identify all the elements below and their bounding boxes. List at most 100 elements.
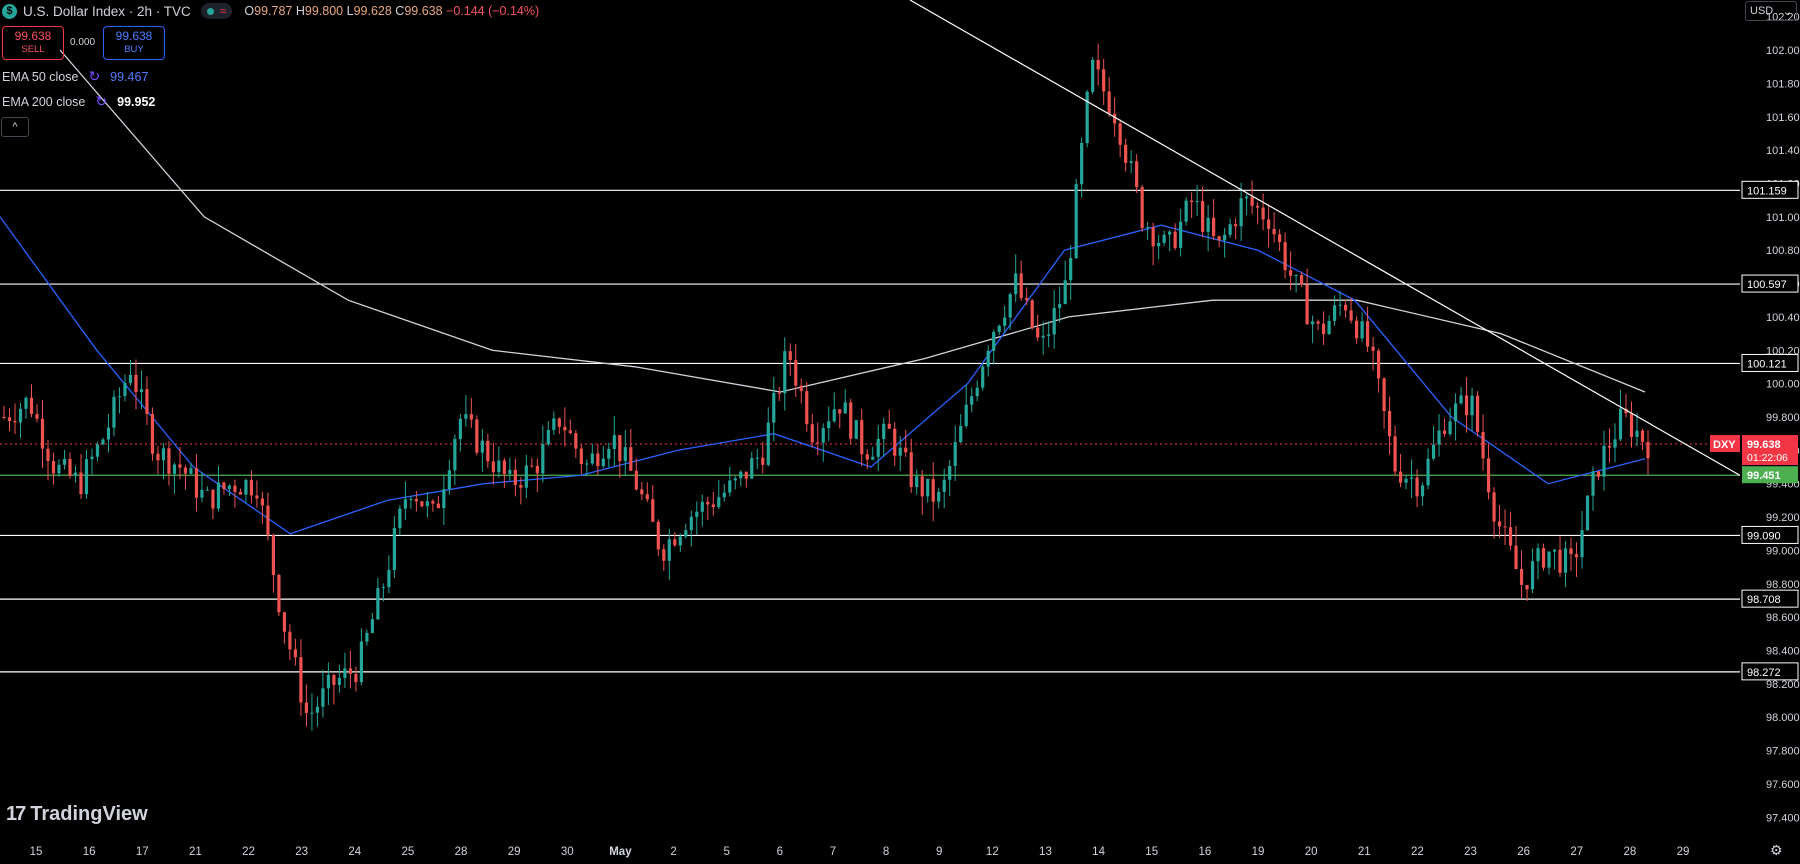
ema200-legend[interactable]: EMA 200 close ↻ 99.952 — [2, 93, 155, 110]
candle-body — [612, 435, 616, 449]
candle-body — [315, 706, 320, 713]
collapse-legend-button[interactable]: ^ — [1, 117, 29, 137]
candle-body — [1107, 91, 1111, 114]
high-value: 99.800 — [304, 4, 344, 18]
y-tick-label: 101.000 — [1766, 212, 1800, 224]
candle-body — [1069, 257, 1073, 281]
candle-body — [1635, 430, 1639, 437]
level-label: 101.159 — [1747, 185, 1787, 197]
candle-body — [959, 425, 963, 443]
candle-body — [662, 549, 666, 561]
candle-body — [843, 402, 847, 414]
candle-body — [1591, 471, 1595, 496]
candle-body — [1014, 273, 1018, 295]
candle-body — [255, 495, 259, 499]
ema50-legend[interactable]: EMA 50 close ↻ 99.467 — [2, 68, 148, 85]
sell-price: 99.638 — [14, 29, 52, 43]
y-tick-label: 99.000 — [1766, 545, 1800, 557]
candle-body — [1250, 196, 1254, 206]
candle-body — [689, 516, 693, 531]
candle-body — [299, 657, 303, 703]
y-tick-label: 100.000 — [1766, 379, 1800, 391]
x-tick-label: 7 — [830, 846, 836, 858]
candle-body — [733, 478, 737, 481]
candle-body — [568, 430, 572, 434]
x-tick-label: 28 — [455, 846, 468, 858]
candle-body — [288, 631, 292, 650]
candle-body — [821, 428, 825, 443]
candle-body — [926, 478, 930, 497]
candle-body — [827, 421, 831, 429]
candle-body — [222, 482, 226, 489]
candle-body — [607, 448, 611, 459]
candle-body — [1437, 430, 1441, 445]
y-tick-label: 101.600 — [1766, 112, 1800, 124]
candle-body — [860, 420, 864, 455]
y-tick-label: 99.800 — [1766, 412, 1800, 424]
candle-body — [244, 479, 248, 495]
candle-body — [1514, 545, 1518, 570]
candle-body — [1283, 242, 1287, 271]
candle-body — [1080, 142, 1084, 185]
candle-body — [629, 447, 633, 471]
x-tick-label: 21 — [189, 846, 202, 858]
gear-icon[interactable]: ⚙ — [1770, 842, 1783, 859]
candle-body — [310, 712, 314, 714]
symbol-title[interactable]: U.S. Dollar Index · 2h · TVC — [23, 4, 191, 19]
x-tick-label: 15 — [1145, 846, 1158, 858]
candle-body — [695, 511, 699, 517]
candle-body — [458, 418, 462, 440]
open-value: 99.787 — [254, 4, 293, 18]
y-tick-label: 101.800 — [1766, 78, 1800, 90]
candle-body — [574, 433, 578, 449]
x-tick-label: 19 — [1252, 846, 1265, 858]
tradingview-logo[interactable]: 17 TradingView — [6, 803, 148, 826]
candle-body — [711, 504, 715, 508]
candle-body — [29, 397, 34, 415]
candle-body — [1596, 471, 1601, 477]
candle-body — [1360, 321, 1364, 339]
candle-body — [332, 674, 336, 685]
candle-body — [2, 417, 6, 418]
candle-body — [1272, 228, 1276, 235]
x-tick-label: 16 — [1198, 846, 1211, 858]
candle-body — [1618, 408, 1623, 440]
candle-body — [1580, 530, 1584, 558]
candle-body — [1354, 320, 1359, 339]
candle-body — [1470, 395, 1474, 416]
loading-icon: ↻ — [95, 93, 108, 109]
market-status[interactable]: ≈ — [200, 3, 233, 19]
candle-body — [1129, 161, 1133, 163]
candle-body — [788, 351, 792, 361]
candle-body — [68, 458, 72, 476]
currency-select[interactable]: USD ⌄ — [1745, 1, 1797, 21]
candle-body — [1008, 294, 1012, 318]
candle-body — [57, 464, 61, 474]
x-tick-label: 17 — [136, 846, 149, 858]
candle-body — [343, 668, 347, 678]
candle-body — [194, 468, 199, 498]
buy-button[interactable]: 99.638 BUY — [103, 26, 165, 60]
candle-body — [799, 385, 803, 392]
buy-price: 99.638 — [115, 29, 153, 43]
candle-body — [420, 501, 424, 507]
candle-body — [876, 439, 880, 457]
candle-body — [1234, 224, 1238, 227]
candle-body — [1135, 161, 1139, 188]
candle-body — [1497, 521, 1502, 527]
x-tick-label: 2 — [670, 846, 676, 858]
candle-body — [1409, 477, 1414, 479]
candle-body — [1085, 91, 1089, 143]
candle-body — [970, 396, 974, 405]
candle-body — [530, 465, 534, 467]
x-tick-label: 16 — [83, 846, 96, 858]
candle-body — [480, 440, 484, 453]
sell-button[interactable]: 99.638 SELL — [2, 26, 64, 60]
candle-body — [909, 452, 913, 487]
candle-body — [1140, 187, 1144, 229]
candle-body — [1118, 123, 1122, 145]
x-tick-label: 26 — [1517, 846, 1530, 858]
candle-body — [623, 447, 627, 462]
price-chart[interactable]: 97.400 97.600 97.800 98.000 98.200 98.400 98.6… — [0, 0, 1800, 864]
support-label: 99.451 — [1747, 470, 1781, 482]
